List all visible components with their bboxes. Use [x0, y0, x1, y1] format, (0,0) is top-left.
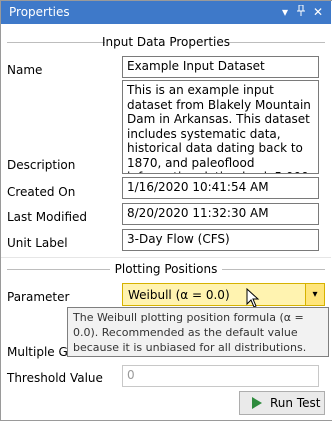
play-icon [252, 397, 262, 409]
last-modified-field: 8/20/2020 11:32:30 AM [122, 203, 319, 225]
dropdown-icon[interactable]: ▾ [278, 5, 292, 19]
last-modified-label: Last Modified [7, 210, 88, 224]
created-on-field: 1/16/2020 10:41:54 AM [122, 177, 319, 199]
created-on-label: Created On [7, 185, 76, 199]
plotting-section-title: Plotting Positions [114, 262, 218, 276]
unit-label-label: Unit Label [7, 236, 68, 250]
parameter-label: Parameter [7, 290, 70, 304]
parameter-select[interactable]: Weibull (α = 0.0) ▾ [122, 283, 325, 306]
parameter-tooltip: The Weibull plotting position formula (α… [67, 307, 329, 357]
parameter-value: Weibull (α = 0.0) [128, 288, 230, 302]
description-label: Description [7, 158, 76, 172]
mouse-cursor-icon [246, 288, 260, 308]
pin-icon[interactable] [294, 4, 308, 19]
unit-label-field[interactable]: 3-Day Flow (CFS) [122, 229, 319, 251]
input-section-header: Input Data Properties [7, 35, 325, 49]
close-icon[interactable]: ✕ [311, 5, 325, 19]
description-field[interactable]: This is an example input dataset from Bl… [122, 80, 319, 174]
run-test-label: Run Test [270, 396, 321, 410]
chevron-down-icon[interactable]: ▾ [305, 284, 324, 305]
plotting-section-header: Plotting Positions [7, 262, 325, 276]
name-field[interactable]: Example Input Dataset [122, 56, 319, 78]
section-divider [1, 257, 331, 258]
run-test-button[interactable]: Run Test [239, 391, 325, 415]
threshold-field[interactable]: 0 [122, 365, 319, 387]
threshold-label: Threshold Value [7, 371, 103, 385]
name-label: Name [7, 63, 43, 77]
panel-titlebar: Properties ▾ ✕ [1, 1, 331, 24]
input-section-title: Input Data Properties [102, 35, 230, 49]
panel-title: Properties [9, 5, 70, 19]
